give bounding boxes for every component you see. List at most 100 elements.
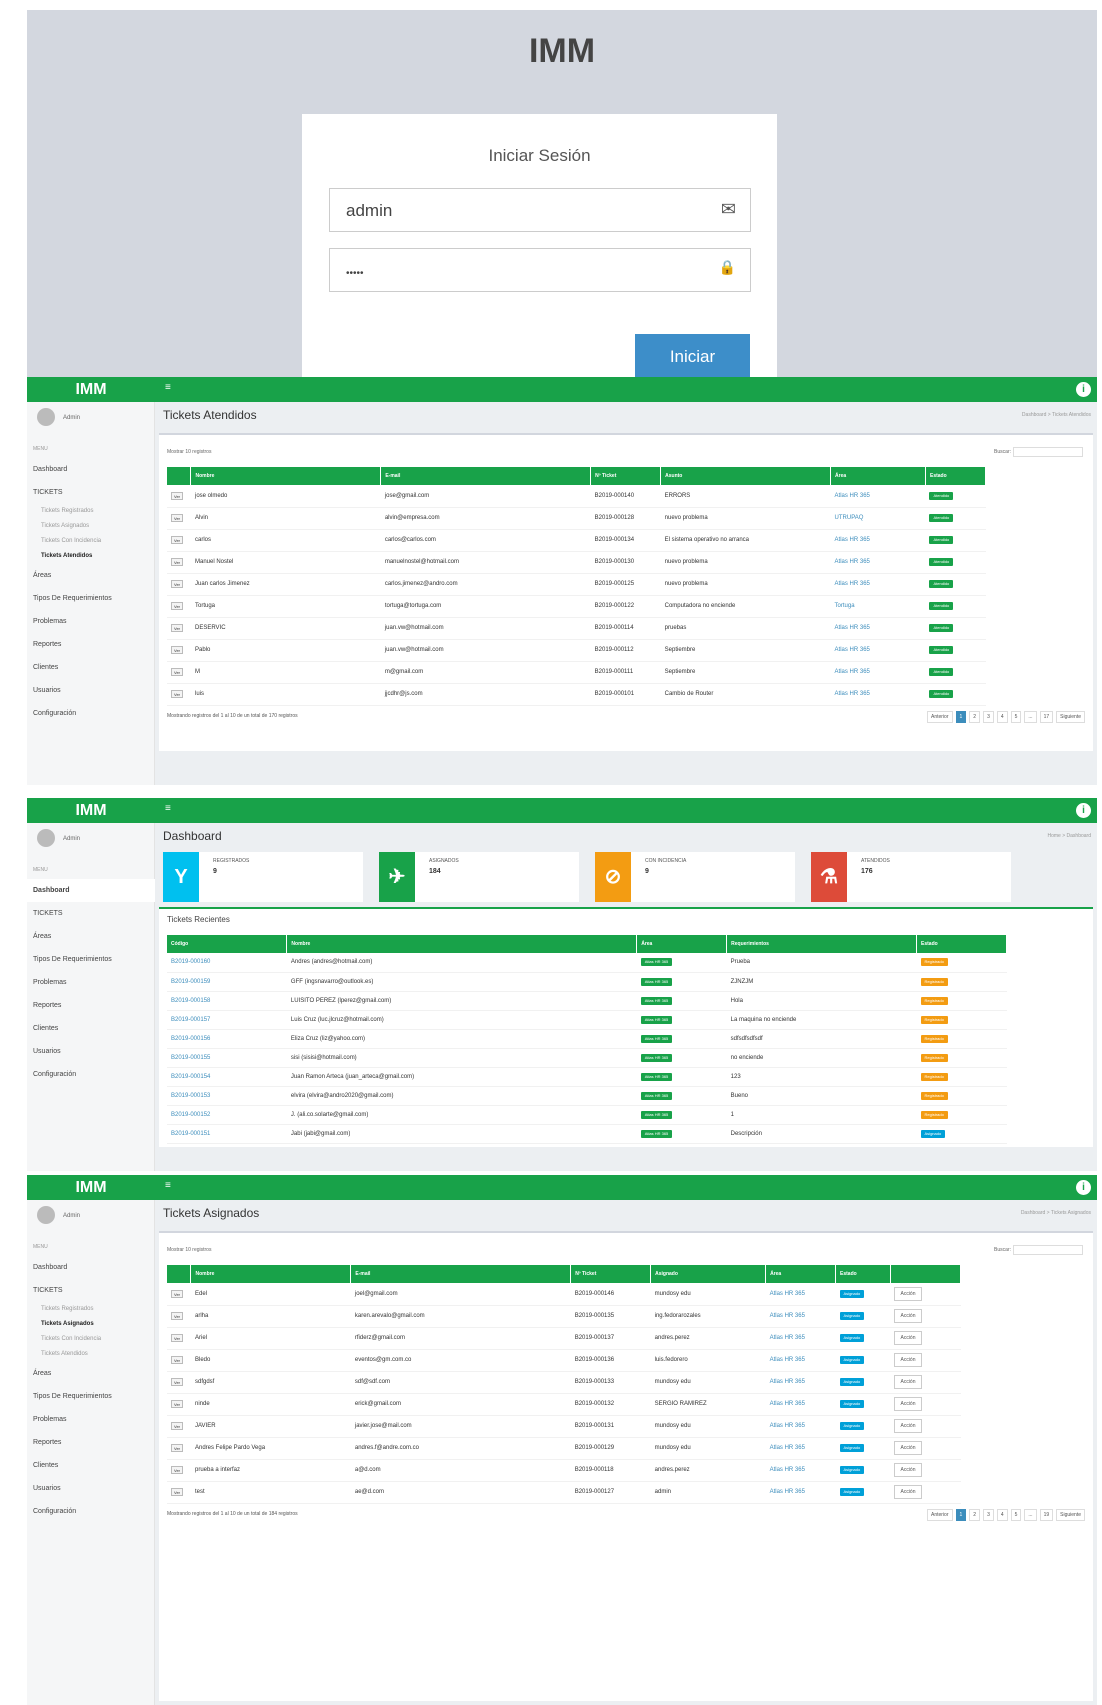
view-button[interactable]: Ver xyxy=(171,1289,184,1298)
stat-box[interactable]: ⊘ CON INCIDENCIA 9 xyxy=(595,852,795,902)
brand-logo[interactable]: IMM xyxy=(27,798,155,823)
view-button[interactable]: Ver xyxy=(171,668,184,676)
view-button[interactable]: Ver xyxy=(171,1312,184,1320)
view-button[interactable]: Ver xyxy=(171,536,184,544)
sidebar-subitem[interactable]: Tickets Atendidos xyxy=(27,1347,155,1362)
area-link[interactable]: Tortuga xyxy=(835,603,855,609)
area-link[interactable]: Atlas HR 365 xyxy=(770,1313,805,1319)
action-dropdown[interactable]: Acción xyxy=(894,1309,922,1323)
area-link[interactable]: Atlas HR 365 xyxy=(770,1357,805,1363)
brand-logo[interactable]: IMM xyxy=(27,377,155,402)
column-header[interactable]: Estado xyxy=(925,467,987,485)
view-button[interactable]: Ver xyxy=(171,1422,184,1430)
sidebar-item-dashboard[interactable]: Dashboard xyxy=(27,458,155,481)
action-dropdown[interactable]: Acción xyxy=(894,1375,922,1389)
area-link[interactable]: Atlas HR 365 xyxy=(770,1335,805,1341)
stat-box[interactable]: Y REGISTRADOS 9 xyxy=(163,852,363,902)
sidebar-item-dashboard[interactable]: Dashboard xyxy=(27,1256,155,1279)
view-button[interactable]: Ver xyxy=(171,1488,184,1496)
sidebar-subitem[interactable]: Tickets Asignados xyxy=(27,519,155,534)
sidebar-item[interactable]: Problemas xyxy=(27,610,155,633)
area-link[interactable]: Atlas HR 365 xyxy=(770,1423,805,1429)
menu-toggle-icon[interactable]: ≡ xyxy=(165,803,171,814)
page-length-select[interactable]: Mostrar 10 registros xyxy=(167,449,211,455)
user-menu-icon[interactable]: i xyxy=(1076,1180,1091,1195)
ticket-code-link[interactable]: B2019-000153 xyxy=(171,1093,210,1099)
sidebar-subitem[interactable]: Tickets Registrados xyxy=(27,504,155,519)
search-input[interactable] xyxy=(1013,447,1083,457)
ticket-code-link[interactable]: B2019-000155 xyxy=(171,1055,210,1061)
page-link[interactable]: 5 xyxy=(1010,1509,1022,1521)
sidebar-item[interactable]: Clientes xyxy=(27,1454,155,1477)
user-menu-icon[interactable]: i xyxy=(1076,803,1091,818)
view-button[interactable]: Ver xyxy=(171,1378,184,1386)
page-link[interactable]: 1 xyxy=(955,711,967,723)
sidebar-item-tickets[interactable]: TICKETS xyxy=(27,481,155,504)
page-link[interactable]: 17 xyxy=(1039,711,1054,723)
column-header[interactable]: Nombre xyxy=(190,467,382,485)
sidebar-item[interactable]: Áreas xyxy=(27,564,155,587)
page-length-select[interactable]: Mostrar 10 registros xyxy=(167,1247,211,1253)
column-header[interactable]: E-mail xyxy=(350,1265,572,1283)
area-link[interactable]: Atlas HR 365 xyxy=(835,625,870,631)
column-header[interactable] xyxy=(167,467,192,485)
breadcrumb[interactable]: Home > Dashboard xyxy=(1048,833,1092,839)
column-header[interactable]: Nº Ticket xyxy=(570,1265,652,1283)
brand-logo[interactable]: IMM xyxy=(27,1175,155,1200)
view-button[interactable]: Ver xyxy=(171,624,184,632)
view-button[interactable]: Ver xyxy=(171,1444,184,1452)
sidebar-item[interactable]: Reportes xyxy=(27,633,155,656)
area-link[interactable]: Atlas HR 365 xyxy=(770,1291,805,1297)
ticket-code-link[interactable]: B2019-000152 xyxy=(171,1112,210,1118)
view-button[interactable]: Ver xyxy=(171,690,184,698)
stat-box[interactable]: ⚗ ATENDIDOS 176 xyxy=(811,852,1011,902)
page-link[interactable]: 3 xyxy=(983,1509,994,1521)
view-button[interactable]: Ver xyxy=(171,580,184,588)
sidebar-item[interactable]: Configuración xyxy=(27,1500,155,1523)
page-link[interactable]: Siguiente xyxy=(1056,711,1085,723)
area-link[interactable]: Atlas HR 365 xyxy=(835,537,870,543)
sidebar-subitem[interactable]: Tickets Con Incidencia xyxy=(27,1332,155,1347)
username-field[interactable]: admin ✉ xyxy=(329,188,751,232)
sidebar-item-tickets[interactable]: TICKETS xyxy=(27,1279,155,1302)
menu-toggle-icon[interactable]: ≡ xyxy=(165,1180,171,1191)
view-button[interactable]: Ver xyxy=(171,646,184,654)
area-link[interactable]: Atlas HR 365 xyxy=(770,1489,805,1495)
sidebar-item[interactable]: Configuración xyxy=(27,702,155,725)
view-button[interactable]: Ver xyxy=(171,491,184,500)
sidebar-subitem[interactable]: Tickets Registrados xyxy=(27,1302,155,1317)
login-button[interactable]: Iniciar xyxy=(635,334,750,380)
area-link[interactable]: Atlas HR 365 xyxy=(770,1445,805,1451)
view-button[interactable]: Ver xyxy=(171,514,184,522)
area-link[interactable]: Atlas HR 365 xyxy=(835,669,870,675)
sidebar-subitem[interactable]: Tickets Asignados xyxy=(27,1317,155,1332)
column-header[interactable]: Asunto xyxy=(660,467,832,485)
column-header[interactable] xyxy=(890,1265,962,1283)
sidebar-item[interactable]: Reportes xyxy=(27,1431,155,1454)
sidebar-item[interactable]: Clientes xyxy=(27,1017,155,1040)
sidebar-item-dashboard[interactable]: Dashboard xyxy=(27,879,155,902)
area-link[interactable]: Atlas HR 365 xyxy=(770,1379,805,1385)
search-input[interactable] xyxy=(1013,1245,1083,1255)
column-header[interactable]: Área xyxy=(765,1265,837,1283)
page-link[interactable]: 5 xyxy=(1010,711,1022,723)
sidebar-item[interactable]: Reportes xyxy=(27,994,155,1017)
column-header[interactable]: Estado xyxy=(835,1265,891,1283)
area-link[interactable]: Atlas HR 365 xyxy=(835,581,870,587)
view-button[interactable]: Ver xyxy=(171,1466,184,1474)
sidebar-subitem[interactable]: Tickets Atendidos xyxy=(27,549,155,564)
column-header[interactable]: Nombre xyxy=(190,1265,352,1283)
column-header[interactable]: Asignado xyxy=(650,1265,767,1283)
area-link[interactable]: Atlas HR 365 xyxy=(835,493,870,499)
ticket-code-link[interactable]: B2019-000156 xyxy=(171,1036,210,1042)
page-link[interactable]: 4 xyxy=(996,1509,1008,1521)
action-dropdown[interactable]: Acción xyxy=(894,1353,922,1367)
area-link[interactable]: Atlas HR 365 xyxy=(835,647,870,653)
page-link[interactable]: 19 xyxy=(1039,1509,1054,1521)
page-link[interactable]: ... xyxy=(1024,1509,1037,1521)
password-field[interactable]: ••••• 🔒 xyxy=(329,248,751,292)
page-link[interactable]: Anterior xyxy=(926,1509,953,1521)
action-dropdown[interactable]: Acción xyxy=(894,1397,922,1411)
sidebar-item[interactable]: Usuarios xyxy=(27,679,155,702)
view-button[interactable]: Ver xyxy=(171,1400,184,1408)
